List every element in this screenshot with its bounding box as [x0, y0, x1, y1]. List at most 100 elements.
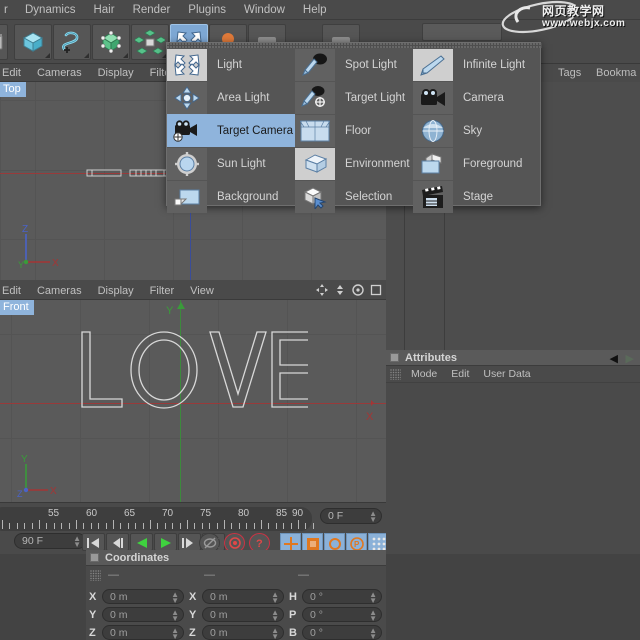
- go-to-start-icon: [87, 538, 99, 548]
- coord-field-pos-x[interactable]: 0 m ▲ ▼: [102, 589, 184, 605]
- menu-item-dynamics[interactable]: Dynamics: [16, 0, 84, 20]
- attributes-panel-body[interactable]: [386, 383, 640, 554]
- coord-field-pos-z[interactable]: 0 m ▲ ▼: [102, 625, 184, 640]
- toolbar-cube-button[interactable]: [14, 24, 52, 60]
- popup-item-selection[interactable]: Selection: [295, 180, 413, 213]
- popup-item-sky[interactable]: Sky: [413, 114, 542, 147]
- popup-item-spot-light[interactable]: Spot Light: [295, 48, 413, 81]
- popup-item-camera[interactable]: Camera: [413, 81, 542, 114]
- coord-spin-rot-b[interactable]: ▲ ▼: [369, 627, 377, 640]
- coord-label-pos-z: Z: [89, 626, 96, 639]
- bottom-left-gutter: [0, 554, 86, 640]
- popup-label-light: Light: [217, 58, 242, 71]
- menu-item-plugins[interactable]: Plugins: [179, 0, 235, 20]
- popup-item-target-light[interactable]: Target Light: [295, 81, 413, 114]
- coordinates-panel-title-bar: Coordinates: [86, 550, 386, 566]
- front-viewport-canvas[interactable]: X Y X Z Y: [0, 300, 386, 502]
- coord-field-rot-p[interactable]: 0 ° ▲ ▼: [302, 607, 382, 623]
- coord-spin-size-x[interactable]: ▲ ▼: [271, 591, 279, 605]
- coord-spin-size-y[interactable]: ▲ ▼: [271, 609, 279, 623]
- coord-spin-pos-z[interactable]: ▲ ▼: [171, 627, 179, 640]
- popup-item-target-camera[interactable]: Target Camera: [167, 114, 295, 147]
- svg-text:Z: Z: [22, 224, 28, 235]
- popup-item-area-light[interactable]: Area Light: [167, 81, 295, 114]
- rotation-icon: [329, 538, 341, 550]
- svg-text:X: X: [52, 258, 59, 269]
- menu-item-clipped[interactable]: r: [4, 0, 16, 20]
- popup-item-sun-light[interactable]: Sun Light: [167, 147, 295, 180]
- front-viewport-menu-view[interactable]: View: [182, 285, 222, 297]
- coord-spin-rot-p[interactable]: ▲ ▼: [369, 609, 377, 623]
- svg-text:Z: Z: [17, 489, 23, 498]
- attributes-panel-icon[interactable]: [390, 353, 399, 362]
- play-backwards-button[interactable]: [130, 533, 153, 551]
- end-frame-spinner[interactable]: ▲ ▼: [73, 535, 81, 549]
- front-viewport-menu-filter[interactable]: Filter: [142, 285, 182, 297]
- objects-tab[interactable]: [422, 23, 502, 41]
- maximize-viewport-icon[interactable]: [370, 284, 382, 296]
- coord-field-rot-b[interactable]: 0 ° ▲ ▼: [302, 625, 382, 640]
- zoom-icon[interactable]: [334, 284, 346, 296]
- menu-item-render[interactable]: Render: [124, 0, 180, 20]
- coord-field-size-z[interactable]: 0 m ▲ ▼: [202, 625, 284, 640]
- popup-item-foreground[interactable]: Foreground: [413, 147, 542, 180]
- attributes-grip-icon[interactable]: [390, 368, 401, 380]
- popup-item-environment[interactable]: Environment: [295, 147, 413, 180]
- timeline-tick-55: 55: [48, 508, 60, 519]
- popup-label-infinite-light: Infinite Light: [463, 58, 526, 71]
- coord-field-size-x[interactable]: 0 m ▲ ▼: [202, 589, 284, 605]
- step-forward-button[interactable]: [178, 533, 201, 551]
- current-frame-spinner[interactable]: ▲ ▼: [369, 510, 377, 524]
- target-light-icon: [295, 81, 335, 114]
- timeline-ruler[interactable]: 55 60 65 70 75 80 85 90: [0, 507, 314, 531]
- current-frame-field[interactable]: 0 F ▲ ▼: [320, 508, 382, 524]
- coordinates-grip-icon[interactable]: [90, 569, 101, 581]
- tags-tab-label[interactable]: Tags: [558, 67, 581, 79]
- attributes-menu-edit[interactable]: Edit: [444, 368, 476, 380]
- end-frame-field[interactable]: 90 F ▲ ▼: [14, 533, 86, 549]
- top-viewport-menu-edit[interactable]: Edit: [0, 67, 29, 79]
- play-forward-button[interactable]: [154, 533, 177, 551]
- front-viewport-menu-edit[interactable]: Edit: [0, 285, 29, 297]
- popup-item-background[interactable]: Background: [167, 180, 295, 213]
- attributes-panel-title-bar: Attributes: [386, 350, 640, 366]
- coord-field-pos-y[interactable]: 0 m ▲ ▼: [102, 607, 184, 623]
- pan-icon[interactable]: [316, 284, 328, 296]
- menu-item-hair[interactable]: Hair: [84, 0, 123, 20]
- toolbar-mograph-button[interactable]: [131, 24, 169, 60]
- top-viewport-menu-cameras[interactable]: Cameras: [29, 67, 90, 79]
- bookmarks-tab-label[interactable]: Bookma: [596, 67, 636, 79]
- attributes-panel-menu: Mode Edit User Data ◀ ▶: [386, 353, 640, 383]
- top-viewport-label[interactable]: Top: [0, 82, 26, 97]
- go-to-start-button[interactable]: [82, 533, 105, 551]
- coord-spin-pos-x[interactable]: ▲ ▼: [171, 591, 179, 605]
- front-viewport-label[interactable]: Front: [0, 300, 34, 315]
- rotate-icon[interactable]: [352, 284, 364, 296]
- popup-item-light[interactable]: Light: [167, 48, 295, 81]
- top-viewport-menu-display[interactable]: Display: [90, 67, 142, 79]
- coord-spin-size-z[interactable]: ▲ ▼: [271, 627, 279, 640]
- popup-item-stage[interactable]: Stage: [413, 180, 542, 213]
- popup-item-infinite-light[interactable]: Infinite Light: [413, 48, 542, 81]
- coord-field-rot-h[interactable]: 0 ° ▲ ▼: [302, 589, 382, 605]
- toolbar-partial-button[interactable]: [0, 24, 8, 60]
- coord-value-size-y: 0 m: [210, 609, 228, 621]
- attributes-menu-user-data[interactable]: User Data: [476, 368, 537, 380]
- menu-item-help[interactable]: Help: [294, 0, 336, 20]
- menu-item-window[interactable]: Window: [235, 0, 294, 20]
- coord-spin-pos-y[interactable]: ▲ ▼: [171, 609, 179, 623]
- front-viewport-menu-display[interactable]: Display: [90, 285, 142, 297]
- attributes-nav-back-icon[interactable]: ◀: [610, 352, 618, 365]
- coord-field-size-y[interactable]: 0 m ▲ ▼: [202, 607, 284, 623]
- popup-item-floor[interactable]: Floor: [295, 114, 413, 147]
- front-viewport-menu-cameras[interactable]: Cameras: [29, 285, 90, 297]
- attributes-nav-forward-icon[interactable]: ▶: [626, 352, 634, 365]
- coord-spin-rot-h[interactable]: ▲ ▼: [369, 591, 377, 605]
- step-back-button[interactable]: [106, 533, 129, 551]
- light-object-popup-menu[interactable]: Light Area Light Target Camera Sun Light…: [166, 42, 542, 213]
- toolbar-nurbs-button[interactable]: [92, 24, 130, 60]
- toolbar-spline-button[interactable]: [53, 24, 91, 60]
- svg-text:P: P: [354, 540, 360, 549]
- coordinates-panel-icon[interactable]: [90, 553, 99, 562]
- attributes-menu-mode[interactable]: Mode: [404, 368, 444, 380]
